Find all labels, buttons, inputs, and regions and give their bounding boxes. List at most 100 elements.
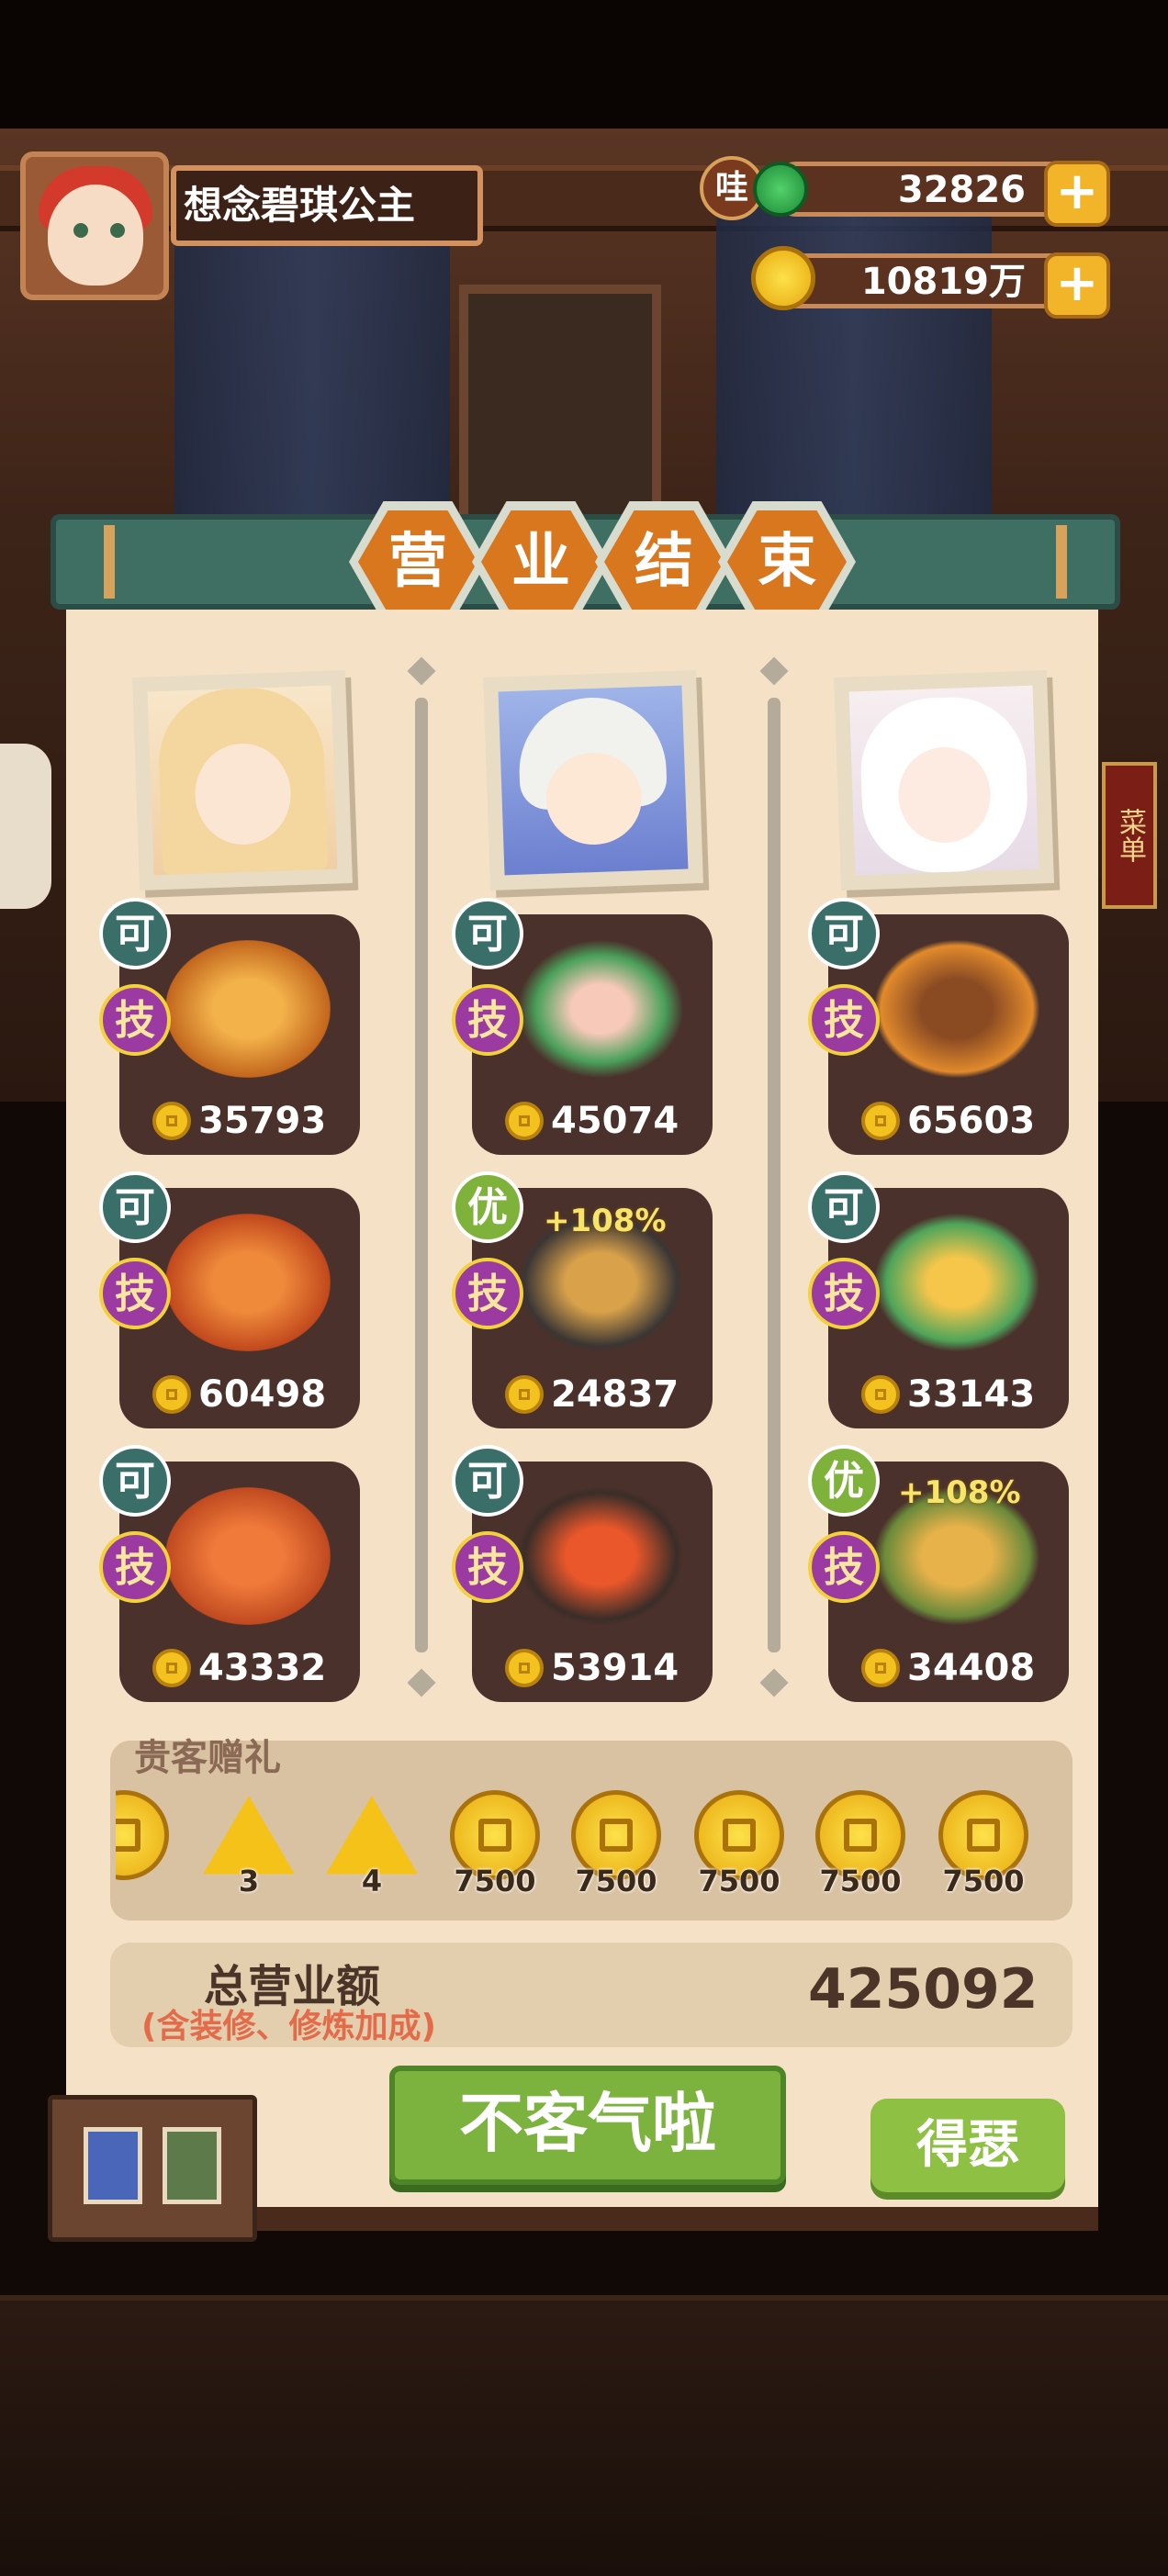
gift-item: 3 [198, 1790, 299, 1898]
coin-count: 10819万 [860, 261, 1026, 303]
top-black-band [0, 0, 1168, 129]
gift-item: 7500 [933, 1790, 1034, 1898]
bonus-label: +108% [898, 1474, 1021, 1511]
coin-counter: 10819万 + [769, 252, 1110, 319]
side-widget-left[interactable] [0, 744, 51, 909]
gift-count: 4 [361, 1864, 383, 1898]
banner-post [104, 525, 115, 599]
gem-counter: 32826 + [769, 161, 1110, 227]
grade-badge: 可 [99, 1171, 171, 1243]
gifts-title: 贵客赠礼 [134, 1737, 281, 1779]
coin-icon [152, 1102, 191, 1140]
dish-image [165, 940, 331, 1078]
skill-badge: 技 [99, 1531, 171, 1603]
gem-count: 32826 [897, 169, 1026, 211]
avatar-eye [73, 223, 88, 238]
dish-earnings: 33143 [861, 1373, 1035, 1416]
gift-item: 7500 [566, 1790, 667, 1898]
add-gems-button[interactable]: + [1044, 161, 1110, 227]
banner-char: 营 [358, 510, 477, 613]
banner-post [1056, 525, 1067, 599]
dish-amount: 45074 [551, 1100, 679, 1142]
swap-icon[interactable] [163, 2127, 221, 2204]
coin-icon [861, 1375, 900, 1414]
swap-icon[interactable] [84, 2127, 142, 2204]
banner-char: 结 [604, 510, 724, 613]
skill-badge: 技 [99, 984, 171, 1056]
dish-earnings: 34408 [861, 1647, 1035, 1689]
avatar-face [48, 185, 143, 286]
gift-count: 7500 [819, 1864, 902, 1898]
total-revenue-value: 425092 [808, 1957, 1039, 2022]
column-divider [768, 698, 781, 1652]
coin-icon [505, 1102, 544, 1140]
dish-amount: 33143 [907, 1373, 1036, 1416]
skill-badge: 技 [808, 1258, 880, 1329]
avatar-eye [110, 223, 125, 238]
guest-picture [498, 685, 689, 876]
skill-badge: 技 [452, 1258, 523, 1329]
gift-item: 4 [321, 1790, 422, 1898]
dish-earnings: 43332 [152, 1647, 326, 1689]
grade-badge: 可 [808, 898, 880, 969]
skill-badge: 技 [452, 1531, 523, 1603]
dish-amount: 60498 [198, 1373, 327, 1416]
banner-char: 业 [481, 510, 601, 613]
grade-badge: 可 [99, 898, 171, 969]
dish-image [518, 1487, 683, 1625]
total-revenue-note: (含装修、修炼加成) [141, 2008, 436, 2045]
coin-icon [505, 1649, 544, 1687]
grade-badge: 优 [808, 1445, 880, 1517]
coin-icon [505, 1375, 544, 1414]
coin-icon [152, 1649, 191, 1687]
dish-amount: 65603 [907, 1100, 1036, 1142]
dish-image [874, 1214, 1039, 1351]
dish-image [874, 940, 1039, 1078]
side-toolbox[interactable] [48, 2095, 257, 2242]
coin-icon [751, 246, 815, 310]
dish-amount: 24837 [551, 1373, 679, 1416]
gift-count: 7500 [942, 1864, 1025, 1898]
gift-partial [116, 1790, 171, 1891]
banner-char: 束 [727, 510, 847, 613]
dish-amount: 43332 [198, 1647, 327, 1689]
gift-count: 7500 [575, 1864, 657, 1898]
dish-amount: 34408 [907, 1647, 1036, 1689]
dish-earnings: 65603 [861, 1100, 1035, 1142]
dish-amount: 53914 [551, 1647, 679, 1689]
bonus-label: +108% [544, 1203, 667, 1239]
grade-badge: 可 [808, 1171, 880, 1243]
player-avatar[interactable] [20, 151, 169, 300]
gift-count: 7500 [454, 1864, 536, 1898]
guest-picture [147, 685, 338, 876]
guest-picture [848, 685, 1039, 876]
coin-icon [152, 1375, 191, 1414]
player-name: 想念碧琪公主 [171, 165, 483, 246]
grade-badge: 可 [99, 1445, 171, 1517]
confirm-button[interactable]: 不客气啦 [389, 2066, 786, 2185]
add-coins-button[interactable]: + [1044, 252, 1110, 319]
guest-portrait-1 [132, 670, 353, 890]
dish-earnings: 35793 [152, 1100, 326, 1142]
skill-badge: 技 [99, 1258, 171, 1329]
gift-count: 7500 [698, 1864, 781, 1898]
coin-icon [116, 1790, 169, 1880]
skill-badge: 技 [808, 1531, 880, 1603]
menu-sign[interactable]: 菜单 [1102, 762, 1157, 909]
dish-image [165, 1487, 331, 1625]
skill-badge: 技 [452, 984, 523, 1056]
coin-icon [861, 1102, 900, 1140]
dish-amount: 35793 [198, 1100, 327, 1142]
column-divider [415, 698, 428, 1652]
guest-portrait-3 [834, 670, 1054, 890]
dish-earnings: 45074 [505, 1100, 679, 1142]
flaunt-button[interactable]: 得瑟 [870, 2099, 1065, 2192]
jade-icon [753, 162, 808, 217]
coin-icon [861, 1649, 900, 1687]
grade-badge: 可 [452, 898, 523, 969]
skill-badge: 技 [808, 984, 880, 1056]
gift-item: 7500 [689, 1790, 790, 1898]
dish-earnings: 60498 [152, 1373, 326, 1416]
grade-badge: 可 [452, 1445, 523, 1517]
dish-earnings: 53914 [505, 1647, 679, 1689]
